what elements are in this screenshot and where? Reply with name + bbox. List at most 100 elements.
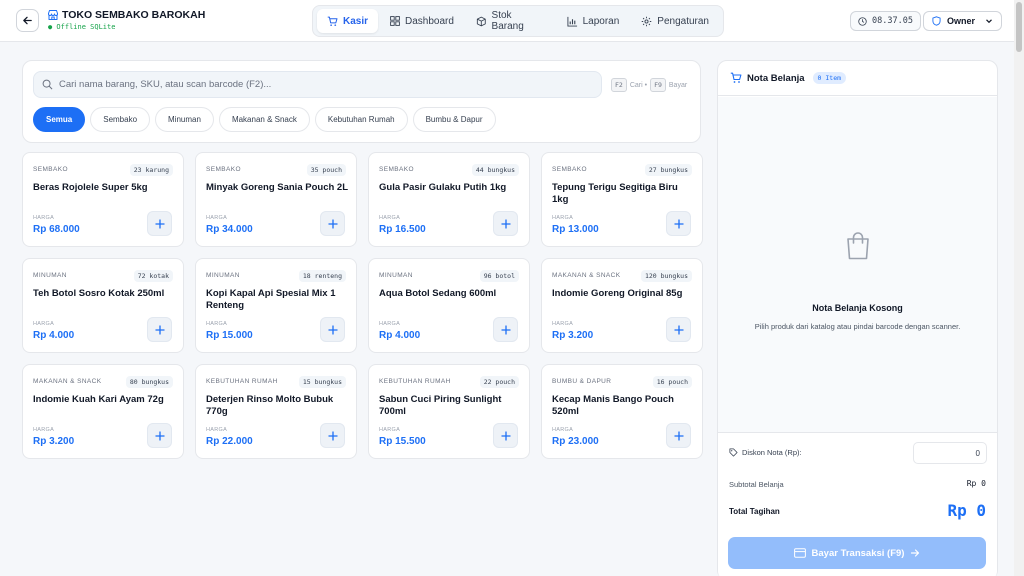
add-to-cart-button[interactable]: [320, 317, 345, 342]
add-to-cart-button[interactable]: [147, 211, 172, 236]
product-name: Gula Pasir Gulaku Putih 1kg: [379, 182, 507, 193]
price-label: HARGA: [33, 321, 55, 327]
shortcut-pay-key: F9: [650, 78, 666, 92]
shortcut-search-label: Cari •: [629, 81, 648, 89]
discount-input[interactable]: [913, 442, 987, 464]
category-chip-semua[interactable]: Semua: [33, 107, 86, 132]
discount-label: Diskon Nota (Rp):: [742, 448, 802, 457]
product-name: Kecap Manis Bango Pouch 520ml: [552, 394, 674, 417]
product-name: Minyak Goreng Sania Pouch 2L: [206, 182, 349, 193]
product-price: Rp 15.000: [206, 330, 253, 341]
add-to-cart-button[interactable]: [320, 211, 345, 236]
cart-panel: Nota Belanja 0 Item Nota Belanja Kosong …: [717, 60, 998, 576]
product-card[interactable]: KEBUTUHAN RUMAH 22 pouch Sabun Cuci Piri…: [368, 364, 530, 459]
product-category: MAKANAN & SNACK: [33, 378, 102, 385]
subtotal-label: Subtotal Belanja: [729, 480, 784, 489]
back-button[interactable]: [16, 9, 39, 32]
search-input[interactable]: [59, 79, 579, 90]
pay-button-label: Bayar Transaksi (F9): [811, 547, 905, 559]
product-card[interactable]: MINUMAN 96 botol Aqua Botol Sedang 600ml…: [368, 258, 530, 353]
nav-kasir[interactable]: Kasir: [317, 9, 379, 33]
category-chip-kebutuhan-rumah[interactable]: Kebutuhan Rumah: [314, 107, 408, 132]
product-category: SEMBAKO: [206, 166, 241, 173]
user-name: Owner: [947, 16, 976, 26]
category-chip-minuman[interactable]: Minuman: [155, 107, 214, 132]
scrollbar-thumb[interactable]: [1016, 2, 1022, 52]
product-category: SEMBAKO: [33, 166, 68, 173]
product-card[interactable]: BUMBU & DAPUR 16 pouch Kecap Manis Bango…: [541, 364, 703, 459]
cart-summary: Diskon Nota (Rp): Subtotal Belanja Rp 0 …: [718, 432, 997, 576]
product-price: Rp 68.000: [33, 224, 80, 235]
add-to-cart-button[interactable]: [493, 317, 518, 342]
subtotal-value: Rp 0: [966, 479, 986, 488]
product-name: Indomie Kuah Kari Ayam 72g: [33, 394, 164, 405]
product-name: Tepung Terigu Segitiga Biru 1kg: [552, 182, 678, 205]
product-price: Rp 13.000: [552, 224, 599, 235]
product-card[interactable]: KEBUTUHAN RUMAH 15 bungkus Deterjen Rins…: [195, 364, 357, 459]
product-card[interactable]: MAKANAN & SNACK 80 bungkus Indomie Kuah …: [22, 364, 184, 459]
product-card[interactable]: MINUMAN 72 kotak Teh Botol Sosro Kotak 2…: [22, 258, 184, 353]
price-label: HARGA: [206, 427, 228, 433]
product-card[interactable]: SEMBAKO 35 pouch Minyak Goreng Sania Pou…: [195, 152, 357, 247]
stock-badge: 120 bungkus: [640, 270, 692, 282]
shield-icon: [932, 16, 941, 26]
nav-stok-barang[interactable]: Stok Barang: [466, 9, 555, 33]
product-price: Rp 34.000: [206, 224, 253, 235]
keyboard-shortcuts: F2 Cari • F9 Bayar: [611, 78, 687, 92]
nav-laporan[interactable]: Laporan: [557, 9, 630, 33]
box-icon: [476, 16, 486, 26]
stock-badge: 35 pouch: [306, 164, 346, 176]
product-name: Beras Rojolele Super 5kg: [33, 182, 148, 193]
plus-icon: [673, 324, 684, 335]
plus-icon: [327, 324, 338, 335]
add-to-cart-button[interactable]: [493, 211, 518, 236]
product-price: Rp 16.500: [379, 224, 426, 235]
stock-badge: 72 kotak: [133, 270, 173, 282]
plus-icon: [154, 430, 165, 441]
add-to-cart-button[interactable]: [666, 317, 691, 342]
add-to-cart-button[interactable]: [320, 423, 345, 448]
nav-dashboard[interactable]: Dashboard: [380, 9, 464, 33]
add-to-cart-button[interactable]: [666, 423, 691, 448]
plus-icon: [500, 218, 511, 229]
stock-badge: 22 pouch: [479, 376, 519, 388]
nav-pengaturan[interactable]: Pengaturan: [631, 9, 719, 33]
page-scrollbar[interactable]: [1014, 0, 1024, 576]
plus-icon: [327, 430, 338, 441]
product-card[interactable]: MAKANAN & SNACK 120 bungkus Indomie Gore…: [541, 258, 703, 353]
main-nav: Kasir Dashboard Stok Barang Laporan Peng…: [312, 5, 724, 37]
pay-button[interactable]: Bayar Transaksi (F9): [728, 537, 986, 569]
product-card[interactable]: SEMBAKO 23 karung Beras Rojolele Super 5…: [22, 152, 184, 247]
discount-label-wrap: Diskon Nota (Rp):: [729, 448, 802, 457]
search-box[interactable]: [33, 71, 602, 98]
category-chip-bumbu-dapur[interactable]: Bumbu & Dapur: [412, 107, 496, 132]
product-price: Rp 4.000: [33, 330, 75, 341]
grid-icon: [390, 16, 400, 26]
product-category: SEMBAKO: [552, 166, 587, 173]
clock-time: 08.37.05: [872, 16, 913, 26]
add-to-cart-button[interactable]: [666, 211, 691, 236]
category-chip-sembako[interactable]: Sembako: [90, 107, 151, 132]
price-label: HARGA: [379, 427, 401, 433]
empty-cart-title: Nota Belanja Kosong: [812, 303, 903, 313]
user-menu[interactable]: Owner: [923, 11, 1002, 31]
product-card[interactable]: SEMBAKO 44 bungkus Gula Pasir Gulaku Put…: [368, 152, 530, 247]
product-name: Teh Botol Sosro Kotak 250ml: [33, 288, 165, 299]
cart-title: Nota Belanja: [747, 72, 805, 84]
add-to-cart-button[interactable]: [493, 423, 518, 448]
product-category: MINUMAN: [379, 272, 413, 279]
product-category: BUMBU & DAPUR: [552, 378, 612, 385]
chart-icon: [567, 16, 577, 27]
stock-badge: 15 bungkus: [298, 376, 346, 388]
add-to-cart-button[interactable]: [147, 423, 172, 448]
product-card[interactable]: SEMBAKO 27 bungkus Tepung Terigu Segitig…: [541, 152, 703, 247]
product-name: Indomie Goreng Original 85g: [552, 288, 683, 299]
brand: TOKO SEMBAKO BAROKAH ● Offline SQLite: [47, 9, 205, 31]
stock-badge: 44 bungkus: [471, 164, 519, 176]
product-price: Rp 23.000: [552, 436, 599, 447]
add-to-cart-button[interactable]: [147, 317, 172, 342]
stock-badge: 27 bungkus: [644, 164, 692, 176]
category-chip-makanan-snack[interactable]: Makanan & Snack: [218, 107, 310, 132]
product-card[interactable]: MINUMAN 18 renteng Kopi Kapal Api Spesia…: [195, 258, 357, 353]
tag-icon: [729, 448, 738, 457]
